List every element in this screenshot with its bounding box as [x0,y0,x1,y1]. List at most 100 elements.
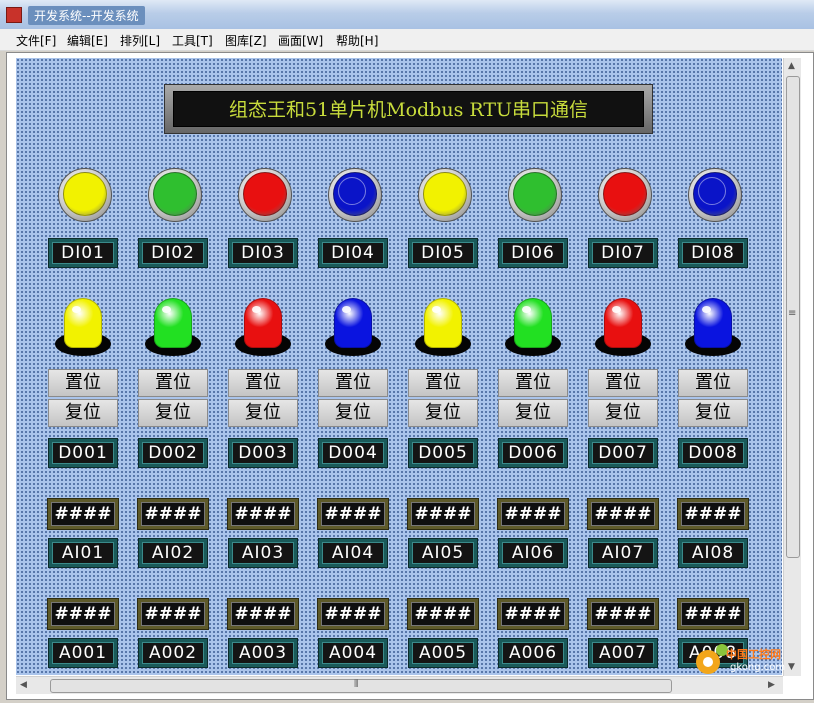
di-label: DI01 [52,242,114,264]
scroll-left-icon[interactable]: ◀ [20,680,27,690]
watermark-brand: 中国工控网 [726,648,781,661]
do-label: D003 [232,442,294,464]
ai-value-display[interactable]: #### [227,498,299,530]
ai-value-display[interactable]: #### [47,498,119,530]
ao-label-tag: A004 [318,638,388,668]
do-reset-button[interactable]: 复位 [48,399,118,427]
app-icon[interactable] [6,7,22,23]
do-led-glare [432,306,441,313]
di-indicator-cap [513,172,557,216]
ao-value-input[interactable]: #### [587,598,659,630]
ai-label-tag: AI03 [228,538,298,568]
ai-value-display[interactable]: #### [677,498,749,530]
do-led-lamp [234,296,292,360]
menu-screen[interactable]: 画面[W] [278,32,323,49]
do-led-glare [252,306,261,313]
ao-value-input[interactable]: #### [407,598,479,630]
ao-value: #### [321,602,385,626]
design-canvas[interactable] [16,58,782,675]
do-set-button[interactable]: 置位 [498,369,568,397]
do-led-glare [522,306,531,313]
watermark-url: gkong.com [730,662,786,673]
ao-value: #### [51,602,115,626]
do-reset-button[interactable]: 复位 [318,399,388,427]
ao-value-input[interactable]: #### [317,598,389,630]
ao-value: #### [231,602,295,626]
ao-value-input[interactable]: #### [137,598,209,630]
banner-text: 组态王和51单片机Modbus RTU串口通信 [173,91,644,127]
di-label: DI07 [592,242,654,264]
ai-value-display[interactable]: #### [497,498,569,530]
do-reset-button[interactable]: 复位 [498,399,568,427]
menu-edit[interactable]: 编辑[E] [67,32,108,49]
di-label: DI04 [322,242,384,264]
do-led-lamp [504,296,562,360]
do-reset-button[interactable]: 复位 [588,399,658,427]
do-set-button[interactable]: 置位 [678,369,748,397]
do-reset-button[interactable]: 复位 [408,399,478,427]
ao-value: #### [411,602,475,626]
ai-label: AI04 [322,542,384,564]
do-set-button[interactable]: 置位 [318,369,388,397]
ai-label: AI02 [142,542,204,564]
do-set-button[interactable]: 置位 [138,369,208,397]
ao-value-input[interactable]: #### [677,598,749,630]
ao-value-input[interactable]: #### [497,598,569,630]
ai-value-display[interactable]: #### [137,498,209,530]
di-indicator-button[interactable] [238,168,292,222]
di-indicator-button[interactable] [328,168,382,222]
horizontal-scrollbar[interactable]: ◀ ⦀ ▶ [16,676,783,694]
ai-label: AI01 [52,542,114,564]
di-label-tag: DI01 [48,238,118,268]
do-set-button[interactable]: 置位 [48,369,118,397]
do-label-tag: D005 [408,438,478,468]
do-label: D001 [52,442,114,464]
di-label: DI06 [502,242,564,264]
ai-label: AI05 [412,542,474,564]
menu-gallery[interactable]: 图库[Z] [225,32,267,49]
do-led-lamp [324,296,382,360]
ai-label-tag: AI02 [138,538,208,568]
di-label-tag: DI08 [678,238,748,268]
do-set-button[interactable]: 置位 [228,369,298,397]
menu-tools[interactable]: 工具[T] [172,32,213,49]
ao-label-tag: A003 [228,638,298,668]
menu-file[interactable]: 文件[F] [16,32,56,49]
do-led-glare [702,306,711,313]
ao-label: A006 [502,642,564,664]
scroll-up-icon[interactable]: ▲ [788,61,795,71]
di-indicator-cap [63,172,107,216]
menu-arrange[interactable]: 排列[L] [120,32,160,49]
ai-value: #### [681,502,745,526]
do-led-bulb [604,298,642,348]
do-label: D006 [502,442,564,464]
do-set-button[interactable]: 置位 [588,369,658,397]
horizontal-scroll-thumb[interactable] [50,679,672,693]
title-bar: 开发系统--开发系统 [0,0,814,30]
ai-value-display[interactable]: #### [587,498,659,530]
do-reset-button[interactable]: 复位 [678,399,748,427]
menu-bar: 文件[F] 编辑[E] 排列[L] 工具[T] 图库[Z] 画面[W] 帮助[H… [0,29,814,51]
di-indicator-button[interactable] [688,168,742,222]
ai-value: #### [501,502,565,526]
title-banner[interactable]: 组态王和51单片机Modbus RTU串口通信 [164,84,653,134]
do-set-button[interactable]: 置位 [408,369,478,397]
ao-value-input[interactable]: #### [227,598,299,630]
di-indicator-button[interactable] [598,168,652,222]
menu-help[interactable]: 帮助[H] [336,32,378,49]
di-indicator-button[interactable] [418,168,472,222]
vertical-scrollbar[interactable]: ▲ ≡ ▼ [783,58,801,676]
ao-value-input[interactable]: #### [47,598,119,630]
do-led-glare [72,306,81,313]
do-led-bulb [334,298,372,348]
di-indicator-button[interactable] [148,168,202,222]
ai-value-display[interactable]: #### [317,498,389,530]
di-indicator-button[interactable] [508,168,562,222]
ai-value-display[interactable]: #### [407,498,479,530]
scroll-right-icon[interactable]: ▶ [768,680,775,690]
di-indicator-button[interactable] [58,168,112,222]
di-label: DI08 [682,242,744,264]
do-reset-button[interactable]: 复位 [138,399,208,427]
ao-label: A002 [142,642,204,664]
do-reset-button[interactable]: 复位 [228,399,298,427]
